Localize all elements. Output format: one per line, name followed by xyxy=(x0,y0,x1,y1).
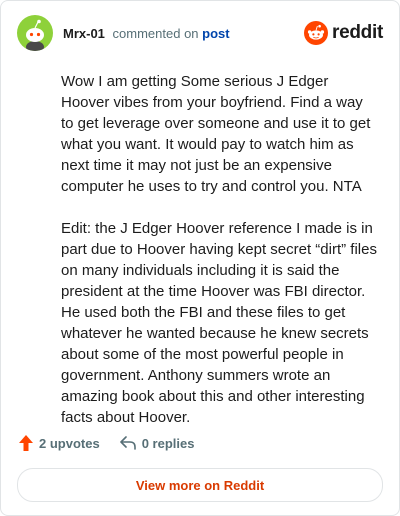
reply-count: 0 replies xyxy=(141,435,195,451)
comment-meta: Mrx-01 commented on post xyxy=(63,26,230,41)
reddit-brand[interactable]: reddit xyxy=(304,21,383,45)
reddit-logo-icon xyxy=(304,21,329,45)
reply-arrow-icon xyxy=(119,436,136,450)
username[interactable]: Mrx-01 xyxy=(63,26,105,41)
reply-button[interactable]: 0 replies xyxy=(119,435,195,451)
action-text: commented on xyxy=(112,25,199,41)
brand-name: reddit xyxy=(332,22,383,43)
snoo-avatar-icon xyxy=(26,19,44,51)
comment-card: Mrx-01 commented on post reddit Wow I am… xyxy=(0,0,400,516)
view-more-label: View more on Reddit xyxy=(135,477,265,493)
view-more-button[interactable]: View more on Reddit xyxy=(17,468,383,502)
post-link[interactable]: post xyxy=(202,26,229,41)
comment-paragraph: Edit: the J Edger Hoover reference I mad… xyxy=(61,220,377,426)
upvote-arrow-icon xyxy=(19,435,33,451)
user-avatar[interactable] xyxy=(17,15,53,51)
comment-paragraph: Wow I am getting Some serious J Edger Ho… xyxy=(61,73,371,195)
comment-body: Wow I am getting Some serious J Edger Ho… xyxy=(61,71,379,449)
upvote-count: 2 upvotes xyxy=(39,435,100,451)
comment-actions: 2 upvotes 0 replies xyxy=(19,433,214,453)
upvote-button[interactable]: 2 upvotes xyxy=(19,435,100,451)
comment-header: Mrx-01 commented on post reddit xyxy=(17,15,383,51)
